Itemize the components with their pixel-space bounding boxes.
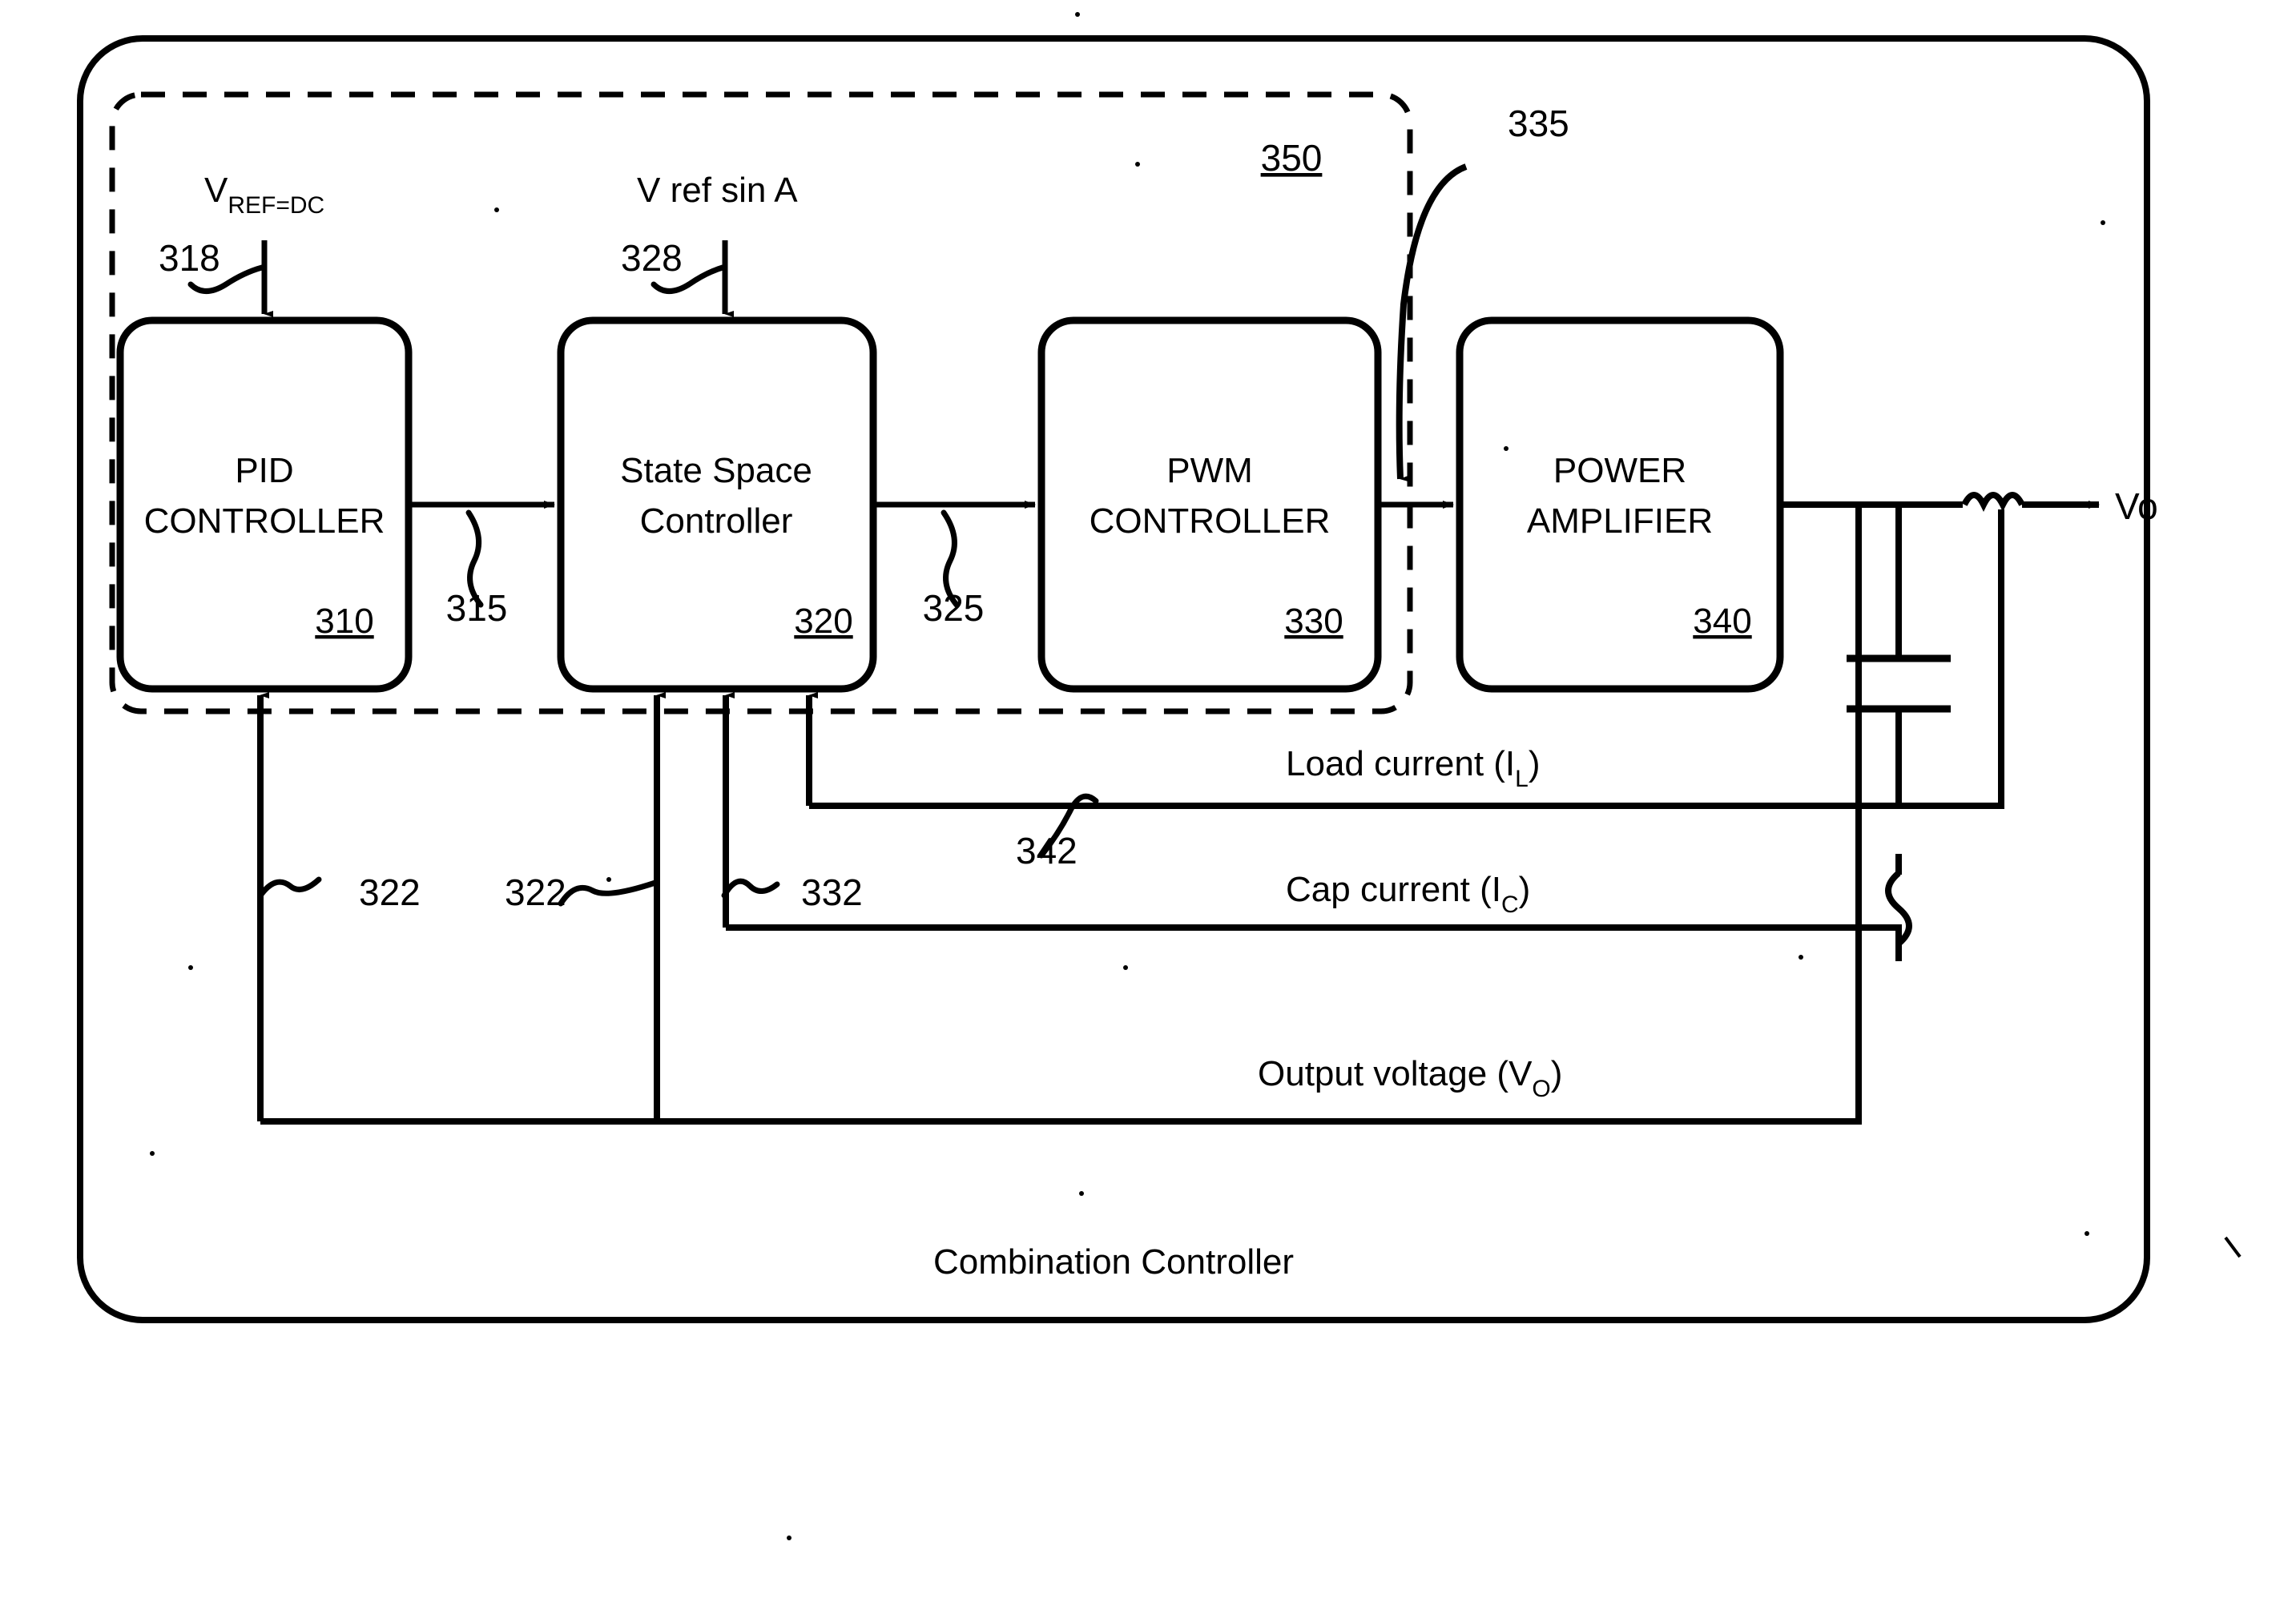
capacitor-branch (1847, 505, 1951, 806)
label-ref-315: 315 (446, 587, 508, 629)
label-ref-342: 342 (1016, 830, 1078, 871)
label-ref-318: 318 (159, 237, 220, 279)
block-ref-340: 340 (1693, 602, 1751, 641)
label-ref-325: 325 (923, 587, 985, 629)
label-load-current: Load current (IL) (1286, 744, 1541, 792)
block-label-amp-line1: POWER (1553, 451, 1686, 490)
label-input-vref-sin: V ref sin A (637, 171, 798, 210)
label-cap-current: Cap current (IC) (1286, 870, 1530, 918)
block-ref-320: 320 (794, 602, 852, 641)
block-ref-310: 310 (315, 602, 373, 641)
inductor-icon (1961, 492, 2025, 512)
label-ref-335: 335 (1508, 103, 1569, 144)
label-group-ref-350: 350 (1261, 137, 1323, 179)
label-ref-322-pid: 322 (359, 871, 421, 913)
figure-canvas: 350 335 VREF=DC 318 V ref sin A 328 PID … (0, 0, 2296, 1614)
label-ref-322-state: 322 (505, 871, 566, 913)
label-ref-328: 328 (621, 237, 683, 279)
block-label-state-line2: Controller (640, 501, 793, 541)
label-output-voltage: Output voltage (VO) (1258, 1054, 1562, 1102)
block-label-pid-line2: CONTROLLER (144, 501, 385, 541)
block-diagram-svg: 350 335 VREF=DC 318 V ref sin A 328 PID … (77, 12, 2242, 1540)
block-ref-330: 330 (1284, 602, 1343, 641)
feedback-load-current (806, 509, 2004, 859)
block-label-pwm-line1: PWM (1166, 451, 1253, 490)
label-output-vo: Vo (2115, 485, 2158, 527)
block-label-pwm-line2: CONTROLLER (1090, 501, 1331, 541)
block-label-state-line1: State Space (620, 451, 812, 490)
scan-artifacts (150, 12, 2242, 1540)
output-line (1780, 492, 2100, 512)
block-label-amp-line2: AMPLIFIER (1527, 501, 1713, 541)
resistor-symbol (1885, 854, 1912, 961)
page-title: Combination Controller (933, 1242, 1294, 1282)
label-input-vref-dc: VREF=DC (204, 171, 324, 219)
label-ref-332: 332 (801, 871, 863, 913)
outer-enclosure (77, 35, 2150, 1323)
block-label-pid-line1: PID (235, 451, 293, 490)
